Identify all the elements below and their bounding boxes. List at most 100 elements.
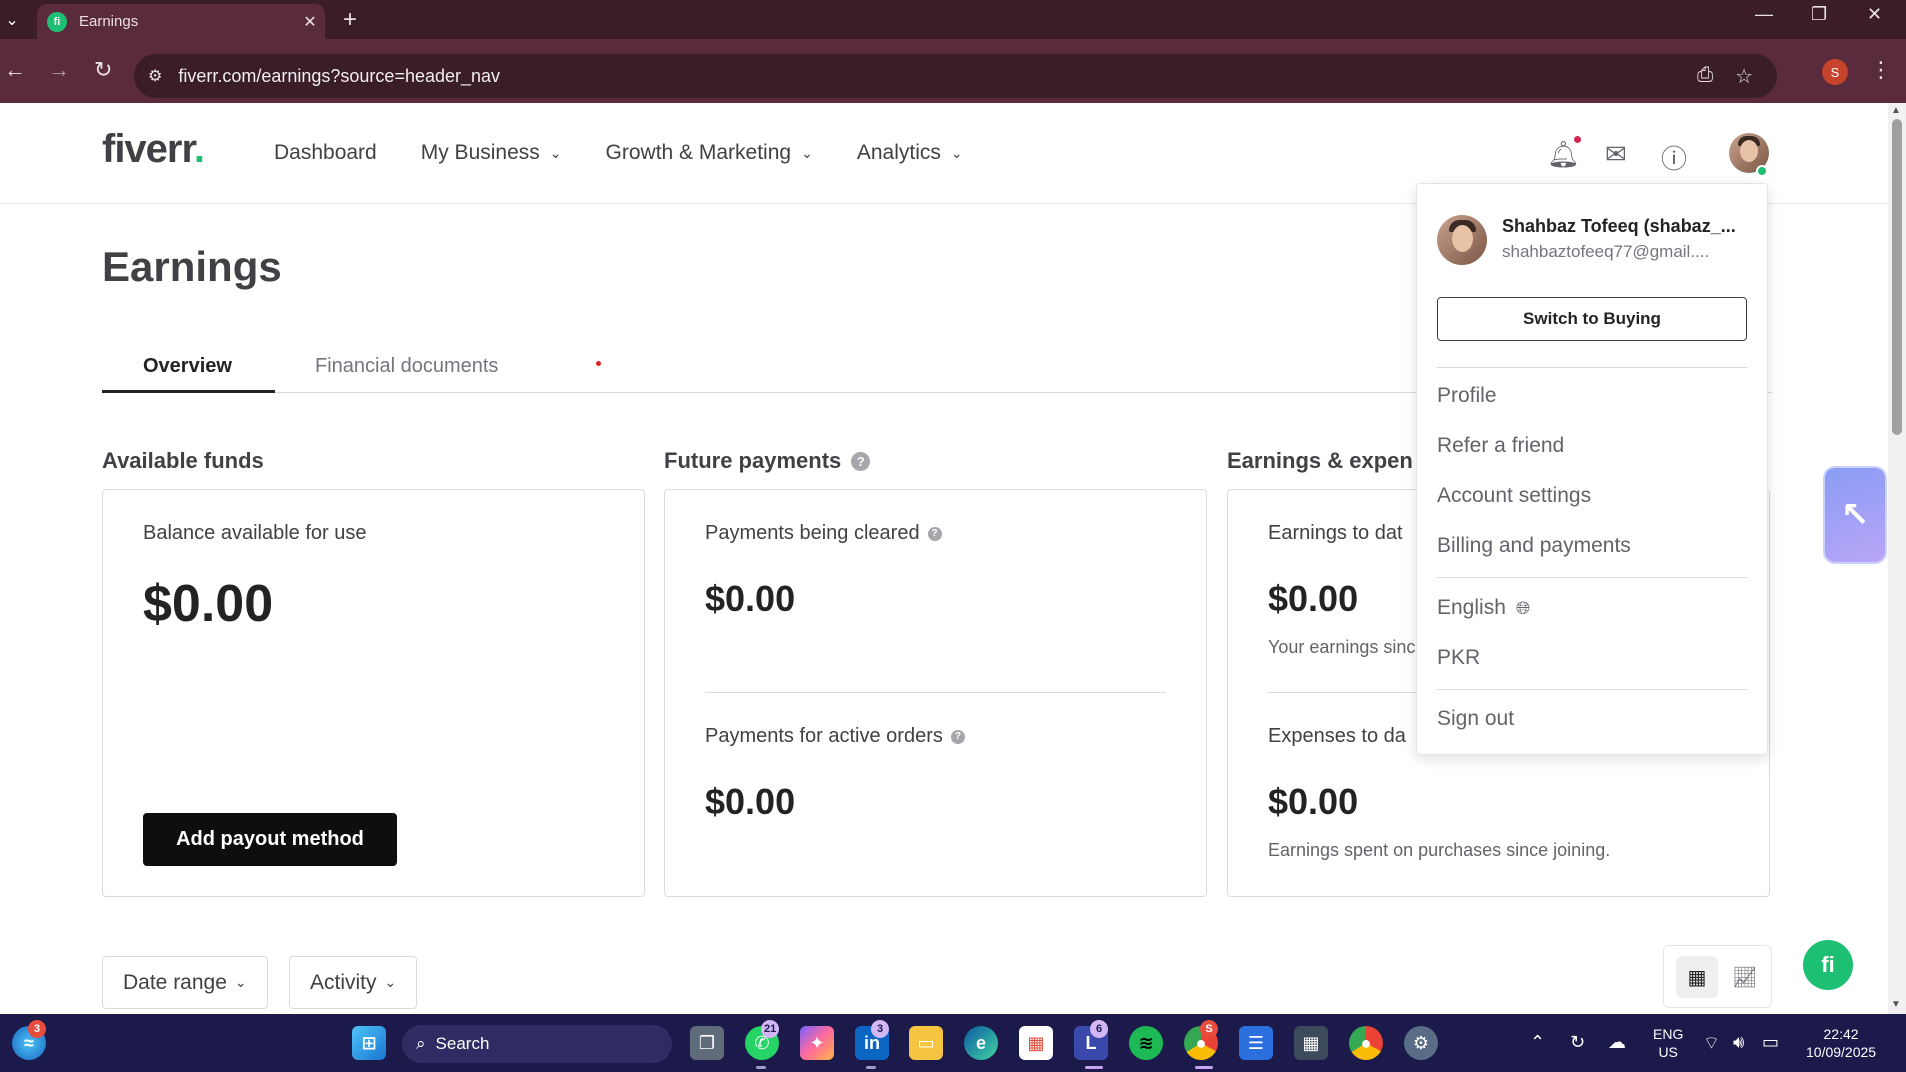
tab-overview[interactable]: Overview [143, 355, 232, 378]
browser-menu-icon[interactable]: ⋮ [1870, 57, 1892, 83]
payments-active-amount: $0.00 [705, 781, 796, 822]
dropdown-avatar [1437, 215, 1487, 265]
calculator-icon[interactable]: ▦ [1294, 1026, 1328, 1060]
extension-widget-icon[interactable]: ↖ [1825, 468, 1885, 562]
payments-cleared-label: Payments being cleared? [705, 522, 942, 545]
site-settings-icon[interactable]: ⚙ [148, 66, 162, 86]
back-arrow-icon[interactable]: ← [4, 57, 26, 83]
fiverr-logo[interactable]: fiverr. [102, 127, 205, 172]
balance-label: Balance available for use [143, 522, 367, 544]
active-indicator [1195, 1066, 1213, 1069]
globe-icon: 🌐︎ [1515, 597, 1531, 618]
help-question-icon[interactable]: ⓘ [1661, 139, 1687, 176]
fiverr-chat-button[interactable]: fi [1803, 940, 1853, 990]
profile-dropdown-menu: Shahbaz Tofeeq (shabaz_... shahbaztofeeq… [1416, 183, 1768, 755]
active-indicator [1085, 1066, 1103, 1069]
available-funds-card: Balance available for use $0.00 Add payo… [102, 489, 645, 897]
nav-growth-marketing[interactable]: Growth & Marketing ⌄ [606, 141, 813, 165]
menu-item-sign-out[interactable]: Sign out [1437, 707, 1514, 731]
copilot-icon[interactable]: ✦ [800, 1026, 834, 1060]
tray-chevron-up-icon[interactable]: ⌃ [1530, 1032, 1545, 1053]
future-payments-card: Payments being cleared? $0.00 Payments f… [664, 489, 1207, 897]
bookmark-star-icon[interactable]: ☆ [1735, 64, 1753, 89]
chrome-secondary-icon[interactable]: ● [1349, 1026, 1383, 1060]
add-payout-method-button[interactable]: Add payout method [143, 813, 397, 866]
chart-view-icon[interactable]: 📈︎ [1724, 956, 1766, 998]
help-question-icon[interactable]: ? [927, 526, 942, 541]
table-view-icon[interactable]: ▦ [1676, 956, 1718, 998]
tab-close-icon[interactable]: ✕ [295, 12, 325, 32]
menu-item-account-settings[interactable]: Account settings [1437, 484, 1591, 508]
running-indicator [756, 1066, 766, 1069]
help-question-icon[interactable]: ? [851, 451, 871, 471]
activity-dropdown[interactable]: Activity ⌄ [289, 956, 418, 1009]
main-nav: Dashboard My Business ⌄ Growth & Marketin… [274, 141, 1007, 165]
expenses-to-date-label: Expenses to da [1268, 725, 1406, 747]
scroll-thumb[interactable] [1892, 119, 1902, 435]
clock[interactable]: 22:42 10/09/2025 [1806, 1025, 1876, 1061]
notifications-bell-icon[interactable]: 🔔︎ [1547, 139, 1580, 170]
input-language[interactable]: ENG US [1653, 1025, 1683, 1061]
volume-icon[interactable]: 🔊︎ [1733, 1032, 1744, 1053]
windows-start-icon[interactable]: ⊞ [352, 1026, 386, 1060]
chevron-down-icon: ⌄ [549, 144, 562, 161]
browser-profile-avatar[interactable]: S [1822, 59, 1848, 85]
scroll-up-icon[interactable]: ▲ [1891, 105, 1901, 116]
balance-amount: $0.00 [143, 575, 274, 633]
tab-financial-documents[interactable]: Financial documents [315, 355, 498, 378]
running-indicator [866, 1066, 876, 1069]
wifi-icon[interactable]: ⌔ [1703, 1032, 1720, 1055]
messages-envelope-icon[interactable]: ✉ [1605, 139, 1627, 170]
browser-tab-earnings[interactable]: fi Earnings ✕ [37, 4, 325, 39]
online-status-dot [1756, 165, 1768, 177]
microsoft-store-icon[interactable]: ▦ [1019, 1026, 1053, 1060]
available-funds-title: Available funds [102, 448, 264, 473]
linkedin-badge: 3 [871, 1020, 889, 1038]
menu-item-billing-payments[interactable]: Billing and payments [1437, 534, 1631, 558]
chevron-down-icon: ⌄ [950, 144, 963, 161]
menu-item-profile[interactable]: Profile [1437, 384, 1497, 408]
minimize-icon[interactable]: — [1755, 4, 1773, 25]
page-scrollbar[interactable]: ▲ ▼ [1888, 103, 1906, 1014]
file-explorer-icon[interactable]: ▭ [909, 1026, 943, 1060]
copilot-badge: 3 [28, 1020, 46, 1038]
forward-arrow-icon[interactable]: → [48, 57, 70, 83]
active-tab-underline [102, 390, 275, 393]
battery-icon[interactable]: ▭ [1762, 1032, 1779, 1053]
windows-taskbar: ≈ 3 ⊞ ⌕ Search ❐ ✆ 21 ✦ in 3 ▭ e ▦ L 6 ≋ … [0, 1014, 1906, 1072]
reload-icon[interactable]: ↻ [94, 57, 112, 83]
menu-item-language[interactable]: English 🌐︎ [1437, 596, 1530, 620]
window-close-icon[interactable]: ✕ [1867, 4, 1882, 25]
new-indicator-dot [596, 361, 601, 366]
fiverr-favicon-icon: fi [47, 11, 67, 32]
user-email: shahbaztofeeq77@gmail.... [1502, 242, 1710, 261]
spotify-icon[interactable]: ≋ [1129, 1026, 1163, 1060]
user-name: Shahbaz Tofeeq (shabaz_... [1502, 216, 1736, 236]
nav-dashboard[interactable]: Dashboard [274, 141, 377, 165]
sync-icon[interactable]: ↻ [1570, 1032, 1585, 1053]
new-tab-plus-icon[interactable]: + [343, 6, 357, 34]
nav-analytics[interactable]: Analytics ⌄ [857, 141, 963, 165]
scroll-down-icon[interactable]: ▼ [1891, 999, 1901, 1010]
address-bar[interactable]: ⚙ fiverr.com/earnings?source=header_nav … [134, 54, 1777, 98]
notepad-icon[interactable]: ☰ [1239, 1026, 1273, 1060]
earnings-expenses-title: Earnings & expen [1227, 448, 1413, 473]
help-question-icon[interactable]: ? [950, 729, 965, 744]
restore-icon[interactable]: ❐ [1811, 4, 1827, 25]
task-view-icon[interactable]: ❐ [690, 1026, 724, 1060]
onedrive-cloud-icon[interactable]: ☁ [1608, 1032, 1626, 1053]
nav-my-business[interactable]: My Business ⌄ [421, 141, 562, 165]
settings-gear-icon[interactable]: ⚙ [1404, 1026, 1438, 1060]
taskbar-search[interactable]: ⌕ Search [402, 1025, 672, 1063]
date-range-dropdown[interactable]: Date range ⌄ [102, 956, 268, 1009]
url-text[interactable]: fiverr.com/earnings?source=header_nav [178, 66, 500, 87]
future-payments-title: Future payments? [664, 448, 871, 474]
payments-active-label: Payments for active orders? [705, 725, 965, 748]
menu-item-refer-friend[interactable]: Refer a friend [1437, 434, 1564, 458]
menu-item-currency[interactable]: PKR [1437, 646, 1480, 670]
switch-to-buying-button[interactable]: Switch to Buying [1437, 297, 1747, 341]
edge-browser-icon[interactable]: e [964, 1026, 998, 1060]
tab-search-chevron-icon[interactable]: ⌄ [0, 0, 24, 39]
install-app-icon[interactable]: ⎙ [1697, 64, 1713, 89]
chrome-profile-badge: S [1200, 1020, 1218, 1038]
